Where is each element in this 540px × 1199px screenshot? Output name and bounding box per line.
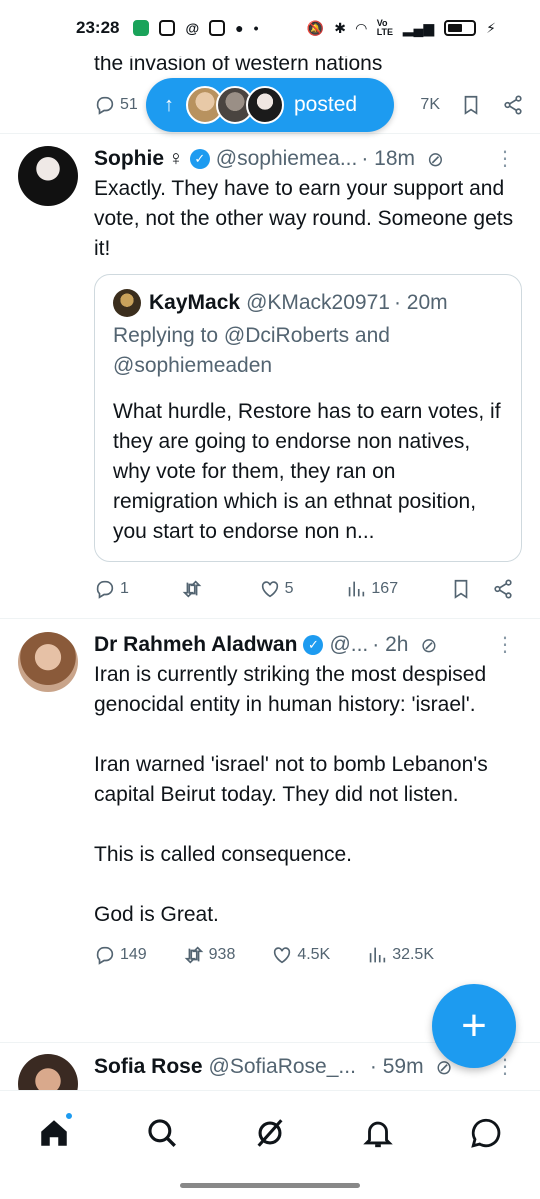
- app-icon: [209, 20, 226, 36]
- volte-icon: Vo LTE: [376, 18, 394, 37]
- new-posts-pill[interactable]: ↑ posted: [146, 78, 394, 132]
- author-name[interactable]: Sophie: [94, 147, 164, 171]
- grok-icon[interactable]: ⊘: [420, 633, 437, 658]
- avatar: [113, 289, 141, 317]
- gesture-bar[interactable]: [180, 1183, 360, 1188]
- quote-replying-to: Replying to @DciRoberts and @sophiemeade…: [113, 324, 390, 377]
- status-time: 23:28: [76, 18, 120, 37]
- threads-icon: @: [185, 20, 200, 36]
- quote-text: What hurdle, Restore has to earn votes, …: [113, 400, 501, 543]
- battery-icon: [444, 20, 477, 36]
- avatar[interactable]: [18, 1054, 78, 1090]
- heart-icon: [274, 947, 291, 964]
- status-bar: 23:28 @ ● • 🔕 ✱ ◠ Vo LTE ▂▄▆ ⚡: [0, 0, 540, 56]
- more-options-icon[interactable]: ⋮: [495, 146, 516, 171]
- more-options-icon[interactable]: ⋮: [495, 632, 516, 657]
- grok-icon: [257, 1118, 283, 1147]
- author-name[interactable]: Sofia Rose: [94, 1055, 203, 1079]
- search-icon: [148, 1118, 176, 1147]
- system-icons: 🔕 ✱ ◠ Vo LTE ▂▄▆ ⚡: [307, 19, 496, 37]
- bookmark-icon[interactable]: [450, 578, 472, 600]
- views-button[interactable]: 167: [345, 578, 398, 600]
- tweet-actions: 1 5 167: [94, 578, 514, 600]
- views-count[interactable]: 7K: [420, 96, 440, 114]
- bookmark-icon[interactable]: [460, 94, 482, 116]
- reddit-icon: ●: [235, 20, 244, 36]
- author-handle: @...: [329, 633, 369, 656]
- share-icon[interactable]: [492, 578, 514, 600]
- share-icon[interactable]: [502, 94, 524, 116]
- nav-messages[interactable]: [462, 1109, 510, 1157]
- name-emoji: ♀: [168, 147, 184, 170]
- nav-grok[interactable]: [246, 1109, 294, 1157]
- reply-button[interactable]: 1: [94, 578, 129, 600]
- notification-icons: @ ● •: [133, 20, 259, 36]
- views-icon: [349, 581, 365, 597]
- avatar[interactable]: [18, 146, 78, 206]
- verified-badge-icon: ✓: [189, 149, 210, 169]
- verified-badge-icon: ✓: [303, 635, 324, 655]
- pill-avatars: [186, 86, 284, 124]
- charging-icon: ⚡: [486, 19, 496, 36]
- reply-button[interactable]: 51: [94, 94, 138, 116]
- repost-icon: [184, 946, 203, 964]
- views-button[interactable]: 32.5K: [366, 944, 434, 966]
- author-handle: @sophiemea...: [215, 147, 358, 170]
- heart-icon: [261, 581, 278, 598]
- avatar: [246, 86, 284, 124]
- repost-button[interactable]: [181, 578, 207, 600]
- tweet-time: · 18m: [361, 147, 416, 170]
- bluetooth-icon: ✱: [334, 19, 346, 36]
- reply-button[interactable]: 149: [94, 944, 147, 966]
- home-icon: [41, 1119, 67, 1146]
- bell-icon: [363, 1121, 393, 1147]
- partial-tweet-text: the invasion of western nations: [94, 56, 383, 75]
- arrow-up-icon: ↑: [164, 93, 174, 116]
- app-notification-icon: [133, 20, 150, 36]
- quote-author-name: KayMack: [149, 291, 241, 314]
- reply-icon: [96, 580, 114, 599]
- grok-icon[interactable]: ⊘: [427, 147, 444, 172]
- reply-icon: [96, 96, 114, 115]
- new-content-dot: [64, 1110, 74, 1121]
- plus-icon: +: [461, 1001, 487, 1050]
- nav-notifications[interactable]: [354, 1109, 402, 1157]
- like-button[interactable]: 5: [259, 578, 294, 600]
- views-icon: [369, 947, 386, 963]
- nav-search[interactable]: [138, 1109, 186, 1157]
- author-name[interactable]: Dr Rahmeh Aladwan: [94, 633, 297, 657]
- more-notifications-icon: •: [253, 20, 259, 36]
- signal-icon: ▂▄▆: [402, 19, 435, 36]
- quote-author-handle: @KMack20971: [246, 291, 390, 314]
- tweet-text: Exactly. They have to earn your support …: [94, 177, 519, 260]
- tweet-text: Iran is currently striking the most desp…: [94, 663, 488, 926]
- tweet-header: Dr Rahmeh Aladwan ✓ @... · 2h ⊘: [94, 630, 522, 660]
- tweet-actions: 149 938 4.5K 32.5K: [94, 944, 434, 966]
- quote-time: · 20m: [393, 291, 448, 314]
- repost-button[interactable]: 938: [183, 944, 235, 966]
- instagram-icon: [159, 20, 176, 36]
- divider: [0, 133, 540, 134]
- reply-icon: [96, 946, 114, 965]
- timeline-feed[interactable]: the invasion of western nations 51 7K ↑ …: [0, 56, 540, 1090]
- posted-label: posted: [294, 93, 358, 116]
- like-button[interactable]: 4.5K: [271, 944, 330, 966]
- avatar[interactable]: [18, 632, 78, 692]
- bottom-navigation: [0, 1090, 540, 1174]
- repost-icon: [182, 580, 202, 598]
- author-handle: @SofiaRose_...: [208, 1055, 356, 1078]
- tweet-time: · 59m: [369, 1055, 424, 1078]
- mute-icon: 🔕: [306, 19, 325, 36]
- quoted-tweet[interactable]: KayMack @KMack20971 · 20m Replying to @D…: [94, 274, 522, 562]
- quote-header: KayMack @KMack20971 · 20m: [113, 289, 503, 317]
- divider: [0, 618, 540, 619]
- chat-bubble-icon: [471, 1118, 501, 1148]
- compose-post-button[interactable]: +: [432, 984, 516, 1068]
- wifi-icon: ◠: [355, 19, 367, 36]
- tweet-header: Sophie ♀ ✓ @sophiemea... · 18m ⊘: [94, 144, 522, 174]
- nav-home[interactable]: [30, 1109, 78, 1157]
- tweet-time: · 2h: [372, 633, 409, 656]
